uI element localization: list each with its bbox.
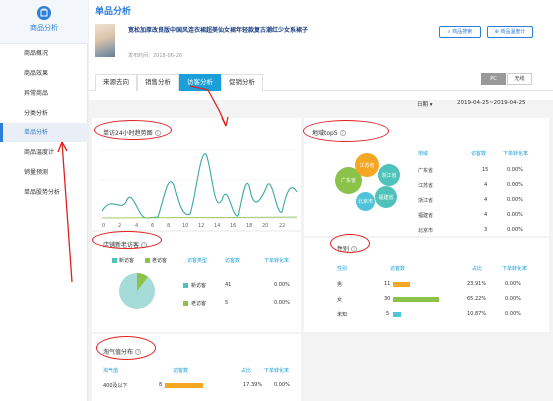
annotation-arrows: [57, 85, 229, 283]
